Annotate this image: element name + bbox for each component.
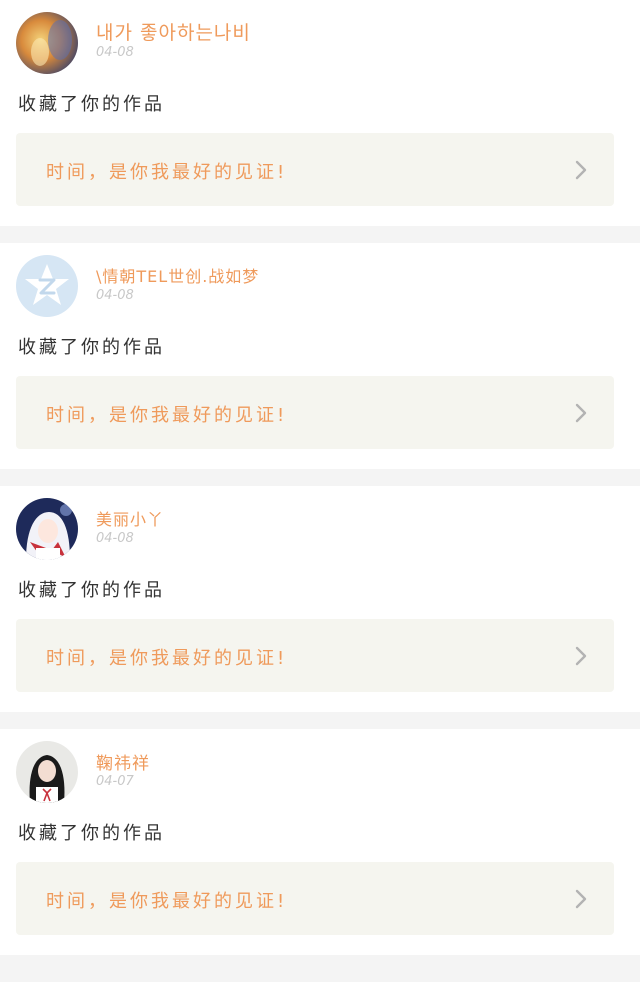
timestamp: 04-08 xyxy=(96,531,134,546)
avatar-photo-abstract-icon xyxy=(16,12,78,74)
default-avatar-icon xyxy=(16,255,78,317)
user-name[interactable]: 美丽小丫 xyxy=(96,506,164,530)
avatar-photo-portrait-icon xyxy=(16,741,78,803)
user-avatar[interactable] xyxy=(16,741,78,803)
user-avatar[interactable] xyxy=(16,498,78,560)
user-name[interactable]: 내가 좋아하는나비 xyxy=(96,18,251,45)
user-avatar[interactable] xyxy=(16,12,78,74)
work-link-card[interactable]: 时间，是你我最好的见证! xyxy=(16,619,614,692)
work-title: 时间，是你我最好的见证! xyxy=(46,648,288,669)
work-link-card[interactable]: 时间，是你我最好的见证! xyxy=(16,133,614,206)
work-title: 时间，是你我最好的见证! xyxy=(46,405,288,426)
timestamp: 04-08 xyxy=(96,288,134,303)
action-text: 收藏了你的作品 xyxy=(18,580,165,601)
chevron-right-icon xyxy=(575,160,587,180)
timestamp: 04-08 xyxy=(96,45,134,60)
timestamp: 04-07 xyxy=(96,774,134,789)
chevron-right-icon xyxy=(575,646,587,666)
action-text: 收藏了你的作品 xyxy=(18,94,165,115)
work-link-card[interactable]: 时间，是你我最好的见证! xyxy=(16,862,614,935)
notification-item: 美丽小丫 04-08 收藏了你的作品 时间，是你我最好的见证! xyxy=(0,486,640,712)
action-text: 收藏了你的作品 xyxy=(18,337,165,358)
work-link-card[interactable]: 时间，是你我最好的见证! xyxy=(16,376,614,449)
notification-item: 鞠祎祥 04-07 收藏了你的作品 时间，是你我最好的见证! xyxy=(0,729,640,955)
notification-item: \情朝TEL世创.战如梦 04-08 收藏了你的作品 时间，是你我最好的见证! xyxy=(0,243,640,469)
notification-item: 내가 좋아하는나비 04-08 收藏了你的作品 时间，是你我最好的见证! xyxy=(0,0,640,226)
chevron-right-icon xyxy=(575,889,587,909)
user-avatar[interactable] xyxy=(16,255,78,317)
work-title: 时间，是你我最好的见证! xyxy=(46,162,288,183)
user-name[interactable]: \情朝TEL世创.战如梦 xyxy=(96,263,259,287)
notification-feed: 내가 좋아하는나비 04-08 收藏了你的作品 时间，是你我最好的见证! \情朝… xyxy=(0,0,640,955)
action-text: 收藏了你的作品 xyxy=(18,823,165,844)
work-title: 时间，是你我最好的见证! xyxy=(46,891,288,912)
chevron-right-icon xyxy=(575,403,587,423)
avatar-anime-girl-icon xyxy=(16,498,78,560)
user-name[interactable]: 鞠祎祥 xyxy=(96,749,150,774)
